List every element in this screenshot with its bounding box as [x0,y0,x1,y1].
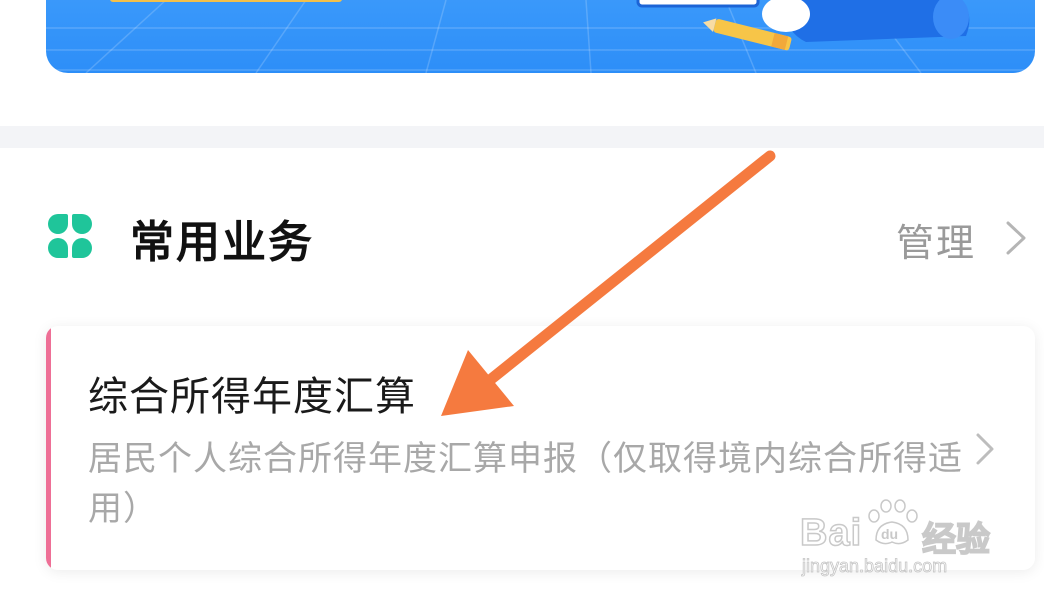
banner-illustration [46,0,1035,73]
promo-banner[interactable] [46,0,1035,73]
card-accent-bar [46,326,51,570]
chevron-right-icon[interactable] [974,432,996,466]
section-divider [0,126,1044,148]
app-page: 常用业务 管理 综合所得年度汇算 居民个人综合所得年度汇算申报（仅取得境内综合所… [0,0,1044,604]
annual-tax-settlement-card[interactable]: 综合所得年度汇算 居民个人综合所得年度汇算申报（仅取得境内综合所得适用） [46,326,1035,570]
section-title: 常用业务 [130,217,314,268]
chevron-right-icon[interactable] [1004,220,1028,256]
card-description: 居民个人综合所得年度汇算申报（仅取得境内综合所得适用） [88,439,963,529]
section-header: 常用业务 管理 [0,190,1044,282]
manage-link[interactable]: 管理 [896,212,976,267]
clover-grid-icon [46,212,94,260]
card-title: 综合所得年度汇算 [88,374,416,420]
